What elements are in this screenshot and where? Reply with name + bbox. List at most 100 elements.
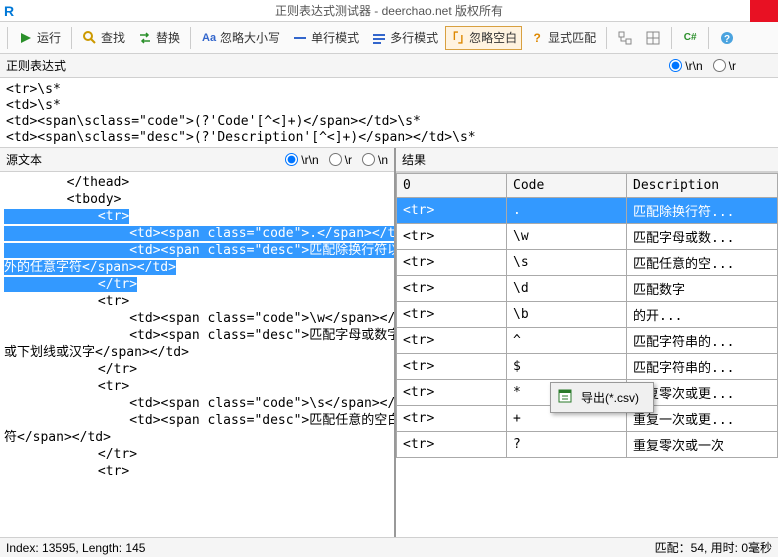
source-text[interactable]: </thead> <tbody> <tr> <td><span class="c…	[0, 172, 394, 537]
context-menu: 导出(*.csv)	[550, 382, 654, 413]
play-icon	[18, 30, 34, 46]
table-cell: 匹配字母或数...	[627, 224, 778, 250]
src-radio-r[interactable]: \r	[329, 153, 352, 167]
export-csv-menuitem[interactable]: 导出(*.csv)	[553, 385, 651, 410]
run-button[interactable]: 运行	[13, 26, 66, 50]
title-bar: R 正则表达式测试器 - deerchao.net 版权所有	[0, 0, 778, 22]
table-cell: .	[507, 198, 627, 224]
table-cell: \d	[507, 276, 627, 302]
source-line: <tr>	[0, 463, 394, 480]
source-line: </tr>	[0, 276, 394, 293]
column-header[interactable]: Description	[627, 174, 778, 198]
source-header: 源文本 \r\n \r \n	[0, 148, 394, 172]
status-left: Index: 13595, Length: 145	[6, 541, 145, 555]
source-label: 源文本	[6, 151, 42, 168]
results-table-container: 0CodeDescription <tr>.匹配除换行符...<tr>\w匹配字…	[396, 172, 778, 537]
table-cell: <tr>	[397, 380, 507, 406]
column-header[interactable]: Code	[507, 174, 627, 198]
table-cell: 匹配字符串的...	[627, 354, 778, 380]
find-button[interactable]: 查找	[77, 26, 130, 50]
source-line: <td><span class="code">\w</span></td>	[0, 310, 394, 327]
table-row[interactable]: <tr>^匹配字符串的...	[397, 328, 778, 354]
regex-input[interactable]: <tr>\s* <td>\s* <td><span\sclass="code">…	[0, 78, 778, 148]
radio-r[interactable]: \r	[713, 59, 736, 73]
source-line: <tr>	[0, 208, 394, 225]
table-row[interactable]: <tr>\d匹配数字	[397, 276, 778, 302]
table-cell: 的开...	[627, 302, 778, 328]
table-cell: \s	[507, 250, 627, 276]
app-icon: R	[4, 3, 14, 19]
singleline-icon	[292, 30, 308, 46]
source-line: <tr>	[0, 293, 394, 310]
multiline-button[interactable]: 多行模式	[366, 26, 443, 50]
source-line: </tr>	[0, 361, 394, 378]
source-line: 或下划线或汉字</span></td>	[0, 344, 394, 361]
source-line: <td><span class="code">.</span></td>	[0, 225, 394, 242]
table-cell: <tr>	[397, 276, 507, 302]
table-cell: 重复零次或一次	[627, 432, 778, 458]
table-cell: ^	[507, 328, 627, 354]
toolbar: 运行 查找 替换 Aa 忽略大小写 单行模式 多行模式 「」 忽略空白 ? 显式…	[0, 22, 778, 54]
export-icon	[557, 388, 573, 404]
singleline-button[interactable]: 单行模式	[287, 26, 364, 50]
results-header: 结果	[396, 148, 778, 172]
table-cell: <tr>	[397, 432, 507, 458]
table-row[interactable]: <tr>$匹配字符串的...	[397, 354, 778, 380]
source-line: <td><span class="desc">匹配除换行符以	[0, 242, 394, 259]
tool-csharp-button[interactable]: C#	[677, 26, 703, 50]
regex-label: 正则表达式	[6, 57, 66, 74]
results-table[interactable]: 0CodeDescription <tr>.匹配除换行符...<tr>\w匹配字…	[396, 173, 778, 458]
source-line: <td><span class="desc">匹配字母或数字	[0, 327, 394, 344]
src-radio-n[interactable]: \n	[362, 153, 388, 167]
whitespace-icon: 「」	[450, 30, 466, 46]
table-cell: <tr>	[397, 198, 507, 224]
table-cell: <tr>	[397, 354, 507, 380]
search-icon	[82, 30, 98, 46]
replace-button[interactable]: 替换	[132, 26, 185, 50]
regex-header: 正则表达式 \r\n \r \n	[0, 54, 778, 78]
table-cell: <tr>	[397, 406, 507, 432]
table-cell: <tr>	[397, 328, 507, 354]
table-row[interactable]: <tr>.匹配除换行符...	[397, 198, 778, 224]
table-row[interactable]: <tr>\w匹配字母或数...	[397, 224, 778, 250]
src-radio-rn[interactable]: \r\n	[285, 153, 318, 167]
window-title: 正则表达式测试器 - deerchao.net 版权所有	[275, 2, 503, 19]
table-cell: <tr>	[397, 224, 507, 250]
svg-text:?: ?	[724, 34, 730, 45]
source-line: <tr>	[0, 378, 394, 395]
table-row[interactable]: <tr>\s匹配任意的空...	[397, 250, 778, 276]
status-right: 匹配：54, 用时: 0毫秒	[655, 539, 772, 556]
help-icon: ?	[719, 30, 735, 46]
tool-grid-button[interactable]	[640, 26, 666, 50]
table-cell: 匹配任意的空...	[627, 250, 778, 276]
table-row[interactable]: <tr>\b的开...	[397, 302, 778, 328]
source-line: </tr>	[0, 446, 394, 463]
source-line: </thead>	[0, 174, 394, 191]
table-cell: \b	[507, 302, 627, 328]
radio-rn[interactable]: \r\n	[669, 59, 702, 73]
ignore-whitespace-button[interactable]: 「」 忽略空白	[445, 26, 522, 50]
ignore-case-button[interactable]: Aa 忽略大小写	[196, 26, 285, 50]
tree-icon	[617, 30, 633, 46]
help-button[interactable]: ?	[714, 26, 740, 50]
status-bar: Index: 13595, Length: 145 匹配：54, 用时: 0毫秒	[0, 537, 778, 557]
table-row[interactable]: <tr>?重复零次或一次	[397, 432, 778, 458]
table-cell: ?	[507, 432, 627, 458]
table-cell: 匹配数字	[627, 276, 778, 302]
csharp-icon: C#	[682, 30, 698, 46]
source-line: <td><span class="code">\s</span></td>	[0, 395, 394, 412]
source-line: 符</span></td>	[0, 429, 394, 446]
table-cell: 匹配字符串的...	[627, 328, 778, 354]
column-header[interactable]: 0	[397, 174, 507, 198]
tool-tree-button[interactable]	[612, 26, 638, 50]
source-line: <td><span class="desc">匹配任意的空白	[0, 412, 394, 429]
results-label: 结果	[402, 151, 426, 168]
explicit-icon: ?	[529, 30, 545, 46]
replace-icon	[137, 30, 153, 46]
source-newline-group: \r\n \r \n	[285, 153, 388, 167]
close-window-button[interactable]	[750, 0, 778, 22]
table-cell: <tr>	[397, 302, 507, 328]
table-cell: $	[507, 354, 627, 380]
source-line: 外的任意字符</span></td>	[0, 259, 394, 276]
explicit-capture-button[interactable]: ? 显式匹配	[524, 26, 601, 50]
